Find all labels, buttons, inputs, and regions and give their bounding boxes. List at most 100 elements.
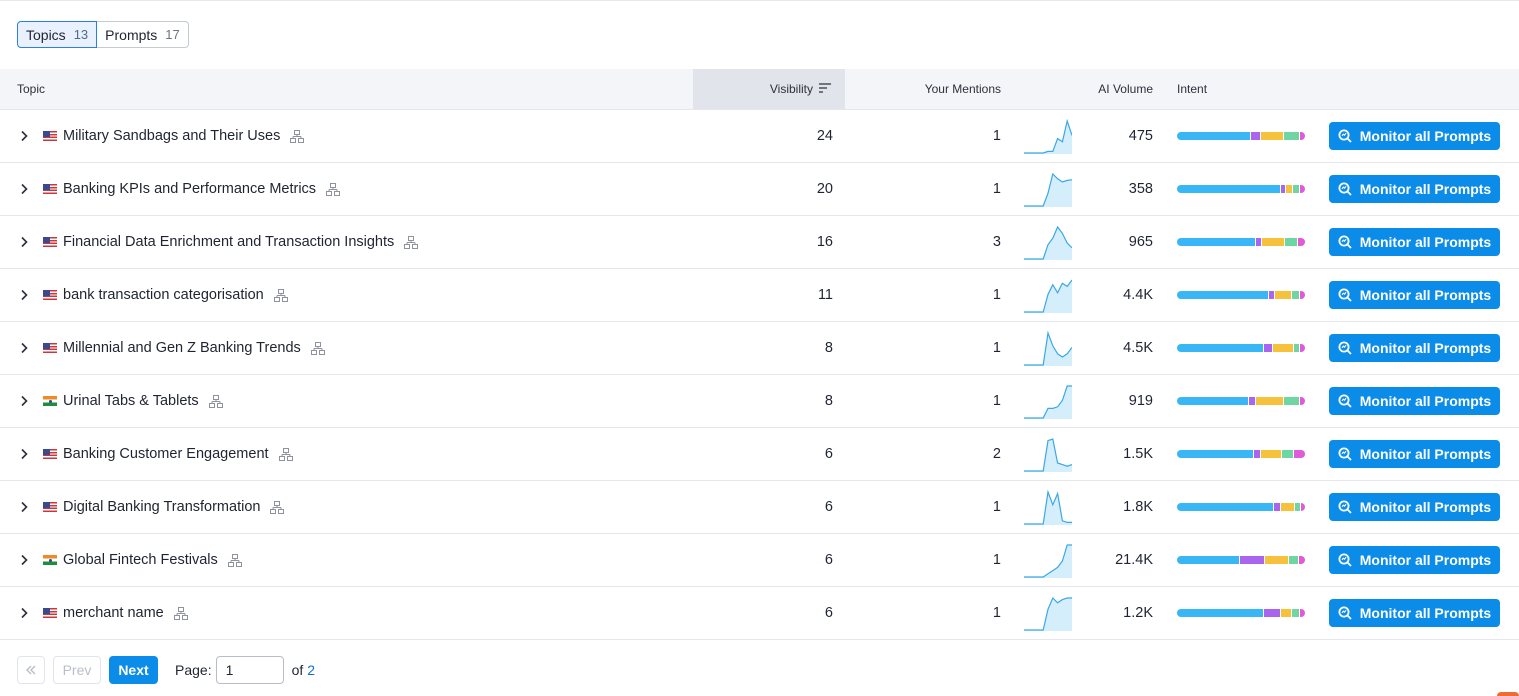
ai-volume-value: 965 [1128,234,1153,250]
monitor-all-prompts-button[interactable]: Monitor all Prompts [1329,334,1500,362]
topic-name[interactable]: Global Fintech Festivals [63,552,218,568]
topic-hierarchy-icon[interactable] [310,341,325,355]
topic-name[interactable]: Digital Banking Transformation [63,499,260,515]
ai-volume-sparkline [1024,322,1072,374]
intent-bar[interactable] [1177,322,1305,374]
next-page-button[interactable]: Next [109,656,158,684]
intent-bar[interactable] [1177,269,1305,321]
monitor-all-prompts-button[interactable]: Monitor all Prompts [1329,122,1500,150]
column-header-ai-volume[interactable]: AI Volume [1080,69,1153,109]
topic-name[interactable]: merchant name [63,605,164,621]
expand-row-button[interactable] [16,428,32,480]
expand-row-button[interactable] [16,216,32,268]
expand-row-button[interactable] [16,269,32,321]
column-header-intent[interactable]: Intent [1177,69,1207,109]
intent-bar[interactable] [1177,428,1305,480]
intent-bar[interactable] [1177,375,1305,427]
monitor-all-prompts-button[interactable]: Monitor all Prompts [1329,281,1500,309]
topic-name[interactable]: Urinal Tabs & Tablets [63,393,199,409]
expand-row-button[interactable] [16,375,32,427]
table-row[interactable]: Millennial and Gen Z Banking Trends 8 1 4.5… [0,322,1519,375]
topic-name[interactable]: Military Sandbags and Their Uses [63,128,280,144]
topic-name[interactable]: Banking Customer Engagement [63,446,269,462]
column-header-visibility[interactable]: Visibility [693,69,845,109]
intent-segment-other [1299,609,1305,617]
tab-prompts[interactable]: Prompts 17 [97,21,189,48]
topic-hierarchy-icon[interactable] [290,129,305,143]
intent-segment-commercial [1262,238,1285,246]
page-of-label: of [291,662,304,678]
intent-segment-informational [1177,556,1239,564]
topic-hierarchy-icon[interactable] [273,288,288,302]
topic-hierarchy-icon[interactable] [227,553,242,567]
prev-page-button[interactable]: Prev [53,656,101,684]
monitor-all-prompts-button[interactable]: Monitor all Prompts [1329,440,1500,468]
intent-segment-transactional [1284,397,1300,405]
table-row[interactable]: bank transaction categorisation 11 1 4.4K Mo… [0,269,1519,322]
intent-segment-informational [1177,291,1268,299]
topic-hierarchy-icon[interactable] [326,182,341,196]
monitor-all-prompts-label: Monitor all Prompts [1359,552,1492,568]
visibility-value: 8 [824,340,833,356]
tab-topics[interactable]: Topics 13 [17,21,98,48]
intent-segment-navigational [1268,291,1274,299]
intent-bar[interactable] [1177,110,1305,162]
table-row[interactable]: Military Sandbags and Their Uses 24 1 475 Mo… [0,110,1519,163]
topic-name[interactable]: Banking KPIs and Performance Metrics [63,181,316,197]
monitor-all-prompts-button[interactable]: Monitor all Prompts [1329,387,1500,415]
expand-row-button[interactable] [16,110,32,162]
search-monitor-icon [1338,288,1352,302]
table-row[interactable]: Financial Data Enrichment and Transactio… [0,216,1519,269]
table-row[interactable]: Digital Banking Transformation 6 1 1.8K Moni… [0,481,1519,534]
table-row[interactable]: merchant name 6 1 1.2K Monitor all Prompts [0,587,1519,640]
total-pages-link[interactable]: 2 [307,662,315,678]
column-header-mentions[interactable]: Your Mentions [845,69,1001,109]
table-row[interactable]: Banking KPIs and Performance Metrics 20 1 3… [0,163,1519,216]
intent-bar[interactable] [1177,216,1305,268]
monitor-all-prompts-button[interactable]: Monitor all Prompts [1329,546,1500,574]
visibility-value: 8 [824,393,833,409]
table-row[interactable]: Banking Customer Engagement 6 2 1.5K Monitor… [0,428,1519,481]
expand-row-button[interactable] [16,587,32,639]
expand-row-button[interactable] [16,322,32,374]
monitor-all-prompts-button[interactable]: Monitor all Prompts [1329,175,1500,203]
chevron-right-icon [21,130,28,142]
search-monitor-icon [1338,394,1352,408]
topic-hierarchy-icon[interactable] [404,235,419,249]
first-page-button[interactable] [17,656,45,684]
mentions-value: 1 [992,552,1001,568]
topic-cell: Banking KPIs and Performance Metrics [43,163,341,215]
topic-hierarchy-icon[interactable] [173,606,188,620]
topic-hierarchy-icon[interactable] [278,447,293,461]
topic-name[interactable]: Financial Data Enrichment and Transactio… [63,234,394,250]
monitor-all-prompts-button[interactable]: Monitor all Prompts [1329,599,1500,627]
intent-bar[interactable] [1177,481,1305,533]
sort-descending-icon [819,82,831,96]
monitor-all-prompts-button[interactable]: Monitor all Prompts [1329,228,1500,256]
intent-segment-transactional [1284,132,1300,140]
page-number-input[interactable] [215,656,284,684]
table-row[interactable]: Urinal Tabs & Tablets 8 1 919 Monitor all Pr… [0,375,1519,428]
intent-bar[interactable] [1177,587,1305,639]
mentions-value: 1 [992,128,1001,144]
intent-bar[interactable] [1177,534,1305,586]
us-flag-icon [43,608,57,618]
topic-name[interactable]: Millennial and Gen Z Banking Trends [63,340,301,356]
topic-cell: merchant name [43,587,188,639]
expand-row-button[interactable] [16,163,32,215]
intent-segment-transactional [1292,185,1299,193]
topic-hierarchy-icon[interactable] [270,500,285,514]
expand-row-button[interactable] [16,534,32,586]
double-chevron-left-icon [26,665,36,675]
topic-name[interactable]: bank transaction categorisation [63,287,264,303]
intent-bar[interactable] [1177,163,1305,215]
intent-segment-informational [1177,450,1253,458]
column-header-topic[interactable]: Topic [17,69,45,109]
help-widget-edge[interactable] [1497,692,1519,696]
expand-row-button[interactable] [16,481,32,533]
table-row[interactable]: Global Fintech Festivals 6 1 21.4K Monitor a… [0,534,1519,587]
monitor-all-prompts-button[interactable]: Monitor all Prompts [1329,493,1500,521]
visibility-value: 6 [824,499,833,515]
ai-volume-value: 21.4K [1115,552,1153,568]
topic-hierarchy-icon[interactable] [208,394,223,408]
